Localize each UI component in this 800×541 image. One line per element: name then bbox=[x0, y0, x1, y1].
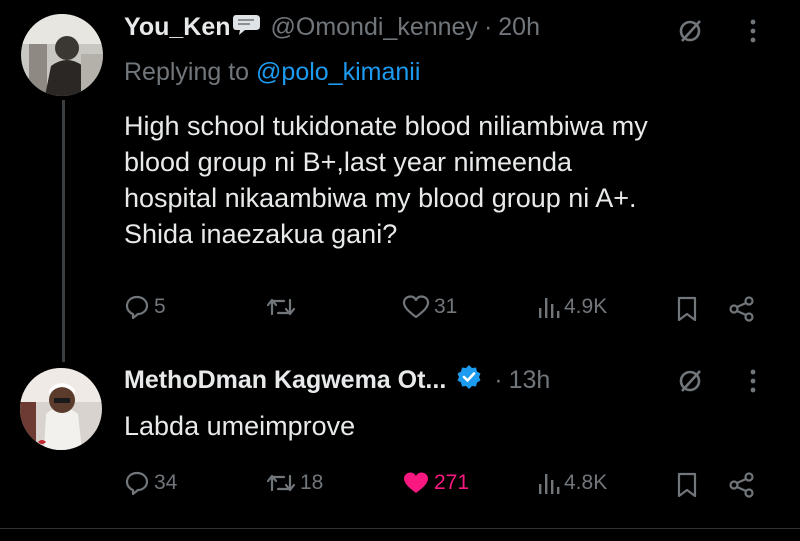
grok-icon[interactable] bbox=[677, 18, 703, 49]
like-icon bbox=[402, 470, 430, 496]
views-icon bbox=[536, 470, 560, 496]
display-name[interactable]: MethoDman Kagwema Ot... bbox=[124, 366, 446, 395]
tweet-text-line: hospital nikaambiwa my blood group ni A+… bbox=[124, 183, 637, 213]
like-icon bbox=[402, 294, 430, 320]
verified-badge-icon bbox=[456, 364, 482, 397]
tweet-text-line: blood group ni B+,last year nimeenda bbox=[124, 147, 573, 177]
like-count: 31 bbox=[434, 295, 458, 318]
more-icon[interactable] bbox=[748, 368, 758, 401]
timestamp[interactable]: 13h bbox=[509, 366, 551, 395]
retweet-button[interactable]: 18 bbox=[266, 470, 323, 496]
avatar-methodman[interactable] bbox=[20, 368, 102, 450]
retweet-button[interactable] bbox=[266, 294, 300, 320]
original-tweet: You_Ken @Omondi_kenney · 20h Replying to… bbox=[0, 0, 800, 362]
views-count: 4.9K bbox=[564, 295, 608, 318]
tweet-text-line: High school tukidonate blood niliambiwa … bbox=[124, 111, 648, 141]
retweet-count: 18 bbox=[300, 471, 324, 494]
display-name[interactable]: You_Ken bbox=[124, 13, 231, 42]
like-button[interactable]: 271 bbox=[402, 470, 469, 496]
replying-handle-link[interactable]: @polo_kimanii bbox=[256, 58, 420, 86]
avatar-you-ken[interactable] bbox=[21, 14, 103, 96]
reply-icon bbox=[124, 470, 150, 496]
grok-icon[interactable] bbox=[677, 368, 703, 399]
retweet-icon bbox=[266, 294, 296, 320]
views-count: 4.8K bbox=[564, 471, 608, 494]
reply-count: 34 bbox=[154, 471, 178, 494]
share-icon[interactable] bbox=[728, 296, 756, 327]
reply-count: 5 bbox=[154, 295, 166, 318]
reply-tweet: MethoDman Kagwema Ot... · 13h Labda umei… bbox=[0, 350, 800, 530]
timestamp[interactable]: 20h bbox=[498, 13, 540, 42]
reply-header: MethoDman Kagwema Ot... · 13h bbox=[124, 364, 550, 397]
views-button[interactable]: 4.8K bbox=[536, 470, 607, 496]
share-icon[interactable] bbox=[728, 472, 756, 503]
views-button[interactable]: 4.9K bbox=[536, 294, 607, 320]
divider bbox=[0, 528, 800, 529]
more-icon[interactable] bbox=[748, 18, 758, 51]
speech-balloon-emoji bbox=[232, 12, 263, 43]
bookmark-icon[interactable] bbox=[676, 472, 698, 503]
replying-to: Replying to @polo_kimanii bbox=[124, 58, 420, 87]
handle[interactable]: @Omondi_kenney bbox=[271, 13, 478, 42]
tweet-text: High school tukidonate blood niliambiwa … bbox=[124, 108, 648, 252]
reply-button[interactable]: 5 bbox=[124, 294, 166, 320]
thread-line bbox=[62, 100, 65, 362]
replying-prefix: Replying to bbox=[124, 58, 250, 86]
views-icon bbox=[536, 294, 560, 320]
reply-actions: 34 18 271 4.8K bbox=[124, 468, 764, 502]
like-button[interactable]: 31 bbox=[402, 294, 457, 320]
reply-icon bbox=[124, 294, 150, 320]
reply-text: Labda umeimprove bbox=[124, 411, 356, 441]
bookmark-icon[interactable] bbox=[676, 296, 698, 327]
retweet-icon bbox=[266, 470, 296, 496]
tweet-text-line: Shida inaezakua gani? bbox=[124, 219, 398, 249]
tweet-header: You_Ken @Omondi_kenney · 20h bbox=[124, 12, 540, 43]
like-count: 271 bbox=[434, 471, 470, 494]
reply-button[interactable]: 34 bbox=[124, 470, 177, 496]
separator-dot: · bbox=[483, 13, 493, 41]
separator-dot: · bbox=[494, 366, 503, 394]
tweet-actions: 5 31 4.9K bbox=[124, 292, 764, 326]
